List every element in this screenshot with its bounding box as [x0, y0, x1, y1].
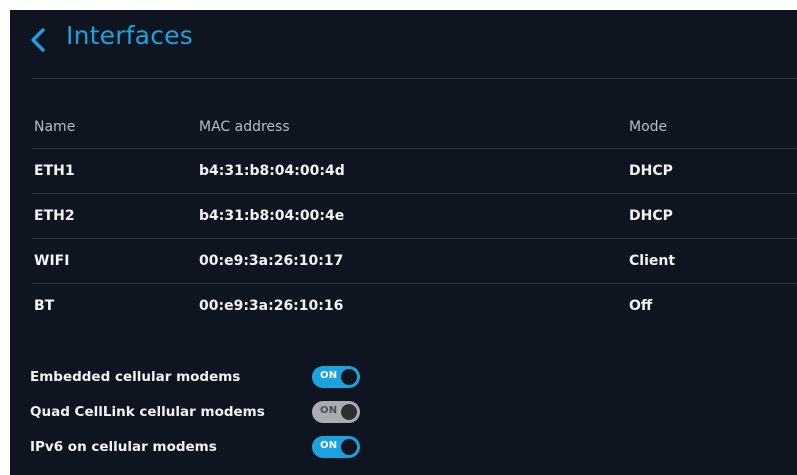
setting-label: Quad CellLink cellular modems: [30, 404, 265, 420]
table-row-wifi[interactable]: WIFI 00:e9:3a:26:10:17 Client: [32, 238, 797, 283]
mac-address: b4:31:b8:04:00:4d: [199, 163, 345, 179]
mac-address: b4:31:b8:04:00:4e: [199, 208, 345, 224]
interface-mode: Client: [629, 253, 676, 269]
mac-address: 00:e9:3a:26:10:16: [199, 298, 344, 314]
cellular-settings: Embedded cellular modems ON Quad CellLin…: [30, 362, 370, 467]
table-header: Name MAC address Mode: [32, 106, 797, 148]
interface-name: ETH1: [34, 163, 75, 179]
interface-mode: DHCP: [629, 163, 673, 179]
toggle-state-text: ON: [320, 405, 338, 416]
toggle-state-text: ON: [320, 440, 338, 451]
interface-name: BT: [34, 298, 55, 314]
chevron-left-icon: [31, 28, 45, 52]
table-row-eth1[interactable]: ETH1 b4:31:b8:04:00:4d DHCP: [32, 148, 797, 193]
header-divider: [32, 78, 797, 79]
column-header-name: Name: [34, 119, 76, 135]
interfaces-panel: Interfaces Name MAC address Mode ETH1 b4…: [10, 10, 797, 475]
column-header-mode: Mode: [629, 119, 668, 135]
interface-name: ETH2: [34, 208, 75, 224]
interface-mode: DHCP: [629, 208, 673, 224]
toggle-knob: [341, 369, 357, 385]
table-row-bt[interactable]: BT 00:e9:3a:26:10:16 Off: [32, 283, 797, 328]
page-header: Interfaces: [10, 10, 797, 78]
ipv6-cellular-toggle[interactable]: ON: [312, 436, 360, 458]
interface-name: WIFI: [34, 253, 70, 269]
setting-quad-celllink-modems: Quad CellLink cellular modems ON: [30, 397, 370, 432]
table-row-eth2[interactable]: ETH2 b4:31:b8:04:00:4e DHCP: [32, 193, 797, 238]
page-title: Interfaces: [66, 21, 193, 50]
toggle-knob: [341, 404, 357, 420]
setting-label: IPv6 on cellular modems: [30, 439, 217, 455]
mac-address: 00:e9:3a:26:10:17: [199, 253, 344, 269]
quad-celllink-modems-toggle[interactable]: ON: [312, 401, 360, 423]
toggle-state-text: ON: [320, 370, 338, 381]
column-header-mac: MAC address: [199, 119, 290, 135]
setting-embedded-modems: Embedded cellular modems ON: [30, 362, 370, 397]
interfaces-table: Name MAC address Mode ETH1 b4:31:b8:04:0…: [32, 106, 797, 328]
interface-mode: Off: [629, 298, 653, 314]
toggle-knob: [341, 439, 357, 455]
embedded-modems-toggle[interactable]: ON: [312, 366, 360, 388]
setting-label: Embedded cellular modems: [30, 369, 241, 385]
back-button[interactable]: [26, 24, 50, 56]
setting-ipv6-cellular: IPv6 on cellular modems ON: [30, 432, 370, 467]
